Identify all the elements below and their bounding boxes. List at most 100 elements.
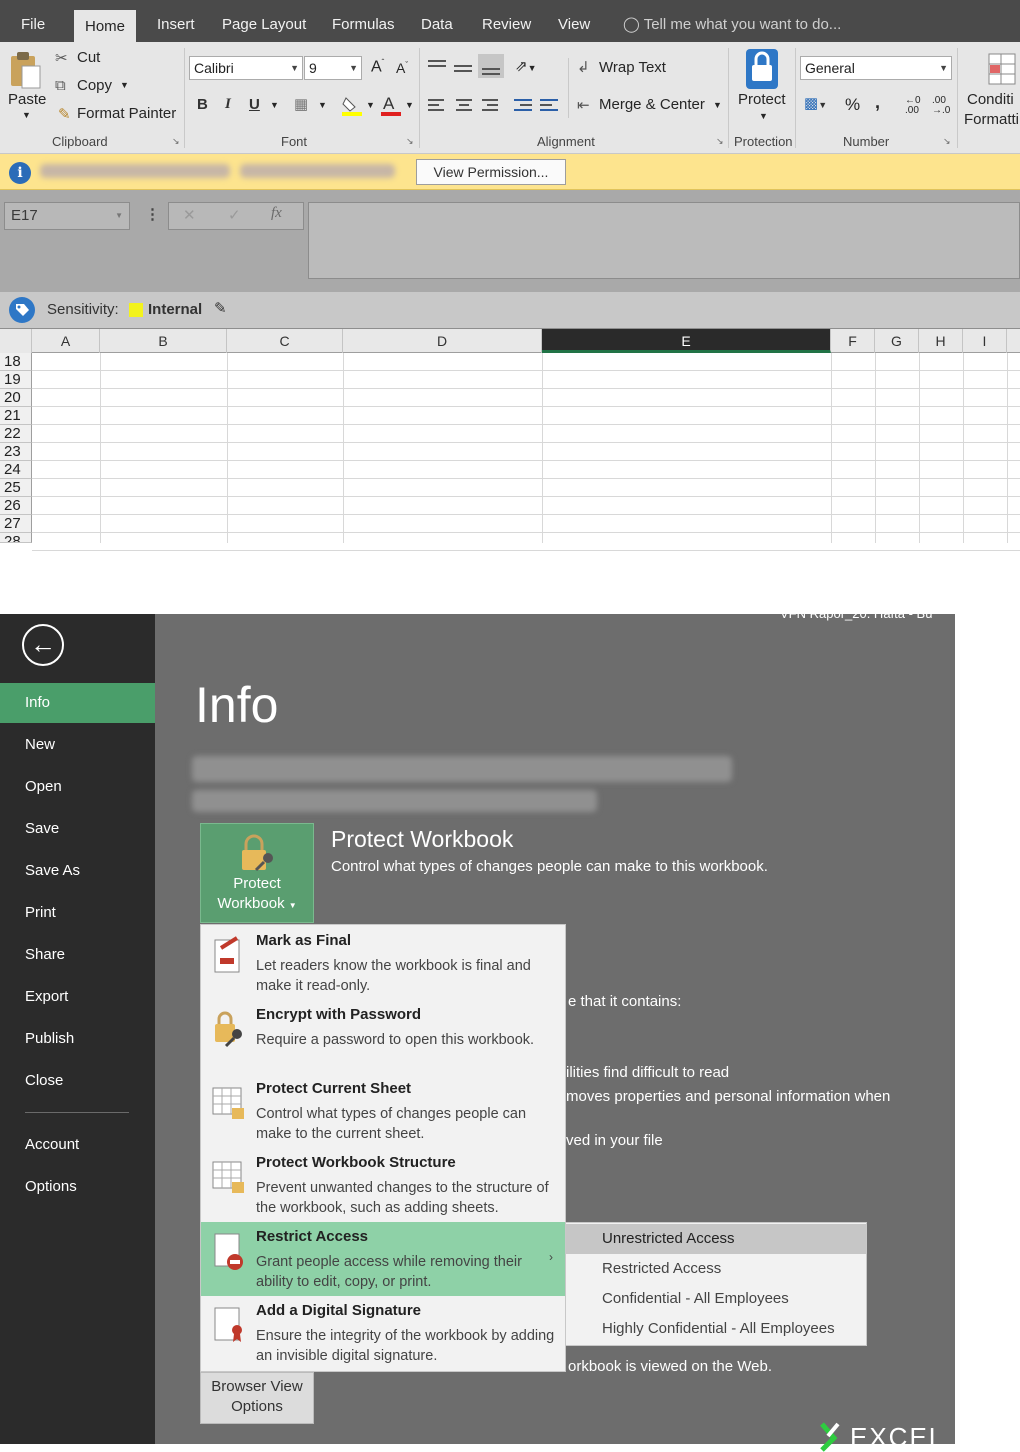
- font-name-combo[interactable]: Calibri ▼: [189, 56, 303, 80]
- nav-save-as[interactable]: Save As: [0, 851, 155, 891]
- borders-icon[interactable]: ▦: [294, 95, 308, 113]
- row-header[interactable]: 19: [0, 371, 32, 389]
- conditional-formatting-line2[interactable]: Formatti: [964, 111, 1019, 128]
- menu-item-encrypt-password[interactable]: Encrypt with Password Require a password…: [201, 1000, 565, 1074]
- italic-button[interactable]: I: [225, 96, 231, 113]
- conditional-formatting-line1[interactable]: Conditi: [967, 91, 1014, 108]
- font-launcher-icon[interactable]: ↘: [406, 136, 414, 147]
- select-all-corner[interactable]: [0, 329, 32, 353]
- paste-icon[interactable]: [8, 50, 42, 90]
- wrap-text-button[interactable]: Wrap Text: [599, 59, 666, 76]
- row-header[interactable]: 23: [0, 443, 32, 461]
- nav-new[interactable]: New: [0, 725, 155, 765]
- back-arrow-icon[interactable]: ←: [22, 624, 64, 666]
- col-header-b[interactable]: B: [100, 329, 227, 353]
- more-options-icon[interactable]: ⋮: [145, 205, 160, 223]
- row-header[interactable]: 28: [0, 533, 32, 543]
- menu-item-digital-signature[interactable]: Add a Digital Signature Ensure the integ…: [201, 1296, 565, 1370]
- tab-formulas[interactable]: Formulas: [321, 10, 406, 42]
- paste-dropdown-icon[interactable]: ▼: [22, 110, 31, 120]
- nav-options[interactable]: Options: [0, 1167, 155, 1207]
- alignment-launcher-icon[interactable]: ↘: [716, 136, 724, 147]
- tab-review[interactable]: Review: [471, 10, 542, 42]
- nav-publish[interactable]: Publish: [0, 1019, 155, 1059]
- col-header-a[interactable]: A: [32, 329, 100, 353]
- tab-file[interactable]: File: [10, 10, 56, 42]
- submenu-restricted-access[interactable]: Restricted Access: [566, 1254, 866, 1284]
- nav-export[interactable]: Export: [0, 977, 155, 1017]
- fill-color-icon[interactable]: [341, 94, 363, 116]
- borders-dropdown-icon[interactable]: ▼: [318, 100, 327, 110]
- col-header-i[interactable]: I: [963, 329, 1007, 353]
- nav-save[interactable]: Save: [0, 809, 155, 849]
- row-header[interactable]: 27: [0, 515, 32, 533]
- number-format-combo[interactable]: General ▼: [800, 56, 952, 80]
- pencil-icon[interactable]: ✎: [214, 299, 227, 317]
- formula-input[interactable]: [308, 202, 1020, 279]
- decrease-decimal-icon[interactable]: .00 →.0: [932, 96, 950, 116]
- menu-item-protect-structure[interactable]: Protect Workbook Structure Prevent unwan…: [201, 1148, 565, 1222]
- menu-item-restrict-access[interactable]: Restrict Access Grant people access whil…: [201, 1222, 565, 1296]
- vertical-align-icons[interactable]: [428, 54, 508, 78]
- paste-button[interactable]: Paste: [8, 91, 46, 108]
- name-box[interactable]: E17 ▼: [4, 202, 130, 230]
- menu-item-mark-as-final[interactable]: Mark as Final Let readers know the workb…: [201, 926, 565, 1000]
- accounting-icon[interactable]: ▩▼: [804, 94, 827, 112]
- increase-font-icon[interactable]: Aˆ: [371, 58, 384, 76]
- col-header-f[interactable]: F: [831, 329, 875, 353]
- clipboard-launcher-icon[interactable]: ↘: [172, 136, 180, 147]
- col-header-d[interactable]: D: [343, 329, 542, 353]
- decrease-font-icon[interactable]: Aˇ: [396, 60, 408, 76]
- browser-view-options-button[interactable]: Browser View Options: [200, 1372, 314, 1424]
- nav-print[interactable]: Print: [0, 893, 155, 933]
- font-color-icon[interactable]: A: [380, 93, 402, 117]
- col-header-e[interactable]: E: [542, 329, 831, 353]
- row-header[interactable]: 24: [0, 461, 32, 479]
- col-header-h[interactable]: H: [919, 329, 963, 353]
- nav-info[interactable]: Info: [0, 683, 155, 723]
- nav-share[interactable]: Share: [0, 935, 155, 975]
- view-permission-button[interactable]: View Permission...: [416, 159, 566, 185]
- percent-button[interactable]: %: [845, 95, 860, 115]
- cancel-icon[interactable]: ✕: [183, 206, 196, 224]
- tab-page-layout[interactable]: Page Layout: [211, 10, 317, 42]
- enter-icon[interactable]: ✓: [228, 206, 241, 224]
- tab-view[interactable]: View: [547, 10, 601, 42]
- format-painter-button[interactable]: Format Painter: [77, 105, 176, 122]
- nav-close[interactable]: Close: [0, 1061, 155, 1101]
- protect-dropdown-icon[interactable]: ▼: [759, 111, 768, 121]
- tab-data[interactable]: Data: [410, 10, 464, 42]
- submenu-highly-confidential[interactable]: Highly Confidential - All Employees: [566, 1314, 866, 1344]
- tab-home[interactable]: Home: [74, 10, 137, 42]
- cut-button[interactable]: Cut: [77, 49, 100, 66]
- col-header-c[interactable]: C: [227, 329, 343, 353]
- tell-me-box[interactable]: ◯ Tell me what you want to do...: [612, 10, 852, 42]
- increase-decimal-icon[interactable]: ←0.00: [905, 96, 921, 116]
- underline-dropdown-icon[interactable]: ▼: [270, 100, 279, 110]
- font-size-combo[interactable]: 9 ▼: [304, 56, 362, 80]
- underline-button[interactable]: U: [249, 96, 260, 113]
- row-header[interactable]: 26: [0, 497, 32, 515]
- protect-icon[interactable]: [742, 47, 782, 91]
- orientation-icon[interactable]: ⇗▼: [515, 57, 537, 75]
- col-header-g[interactable]: G: [875, 329, 919, 353]
- bold-button[interactable]: B: [197, 96, 208, 113]
- row-header[interactable]: 22: [0, 425, 32, 443]
- fill-dropdown-icon[interactable]: ▼: [366, 100, 375, 110]
- tab-insert[interactable]: Insert: [146, 10, 206, 42]
- copy-button[interactable]: Copy: [77, 77, 112, 94]
- nav-account[interactable]: Account: [0, 1125, 155, 1165]
- row-header[interactable]: 21: [0, 407, 32, 425]
- comma-button[interactable]: ,: [875, 92, 880, 113]
- row-header[interactable]: 25: [0, 479, 32, 497]
- conditional-formatting-icon[interactable]: [987, 52, 1017, 86]
- nav-open[interactable]: Open: [0, 767, 155, 807]
- copy-dropdown-icon[interactable]: ▼: [120, 80, 129, 90]
- font-color-dropdown-icon[interactable]: ▼: [405, 100, 414, 110]
- row-header[interactable]: 18: [0, 353, 32, 371]
- horizontal-align-icons[interactable]: [428, 97, 568, 115]
- menu-item-protect-sheet[interactable]: Protect Current Sheet Control what types…: [201, 1074, 565, 1148]
- protect-button[interactable]: Protect: [738, 91, 786, 108]
- submenu-confidential[interactable]: Confidential - All Employees: [566, 1284, 866, 1314]
- sensitivity-value[interactable]: Internal: [148, 301, 202, 318]
